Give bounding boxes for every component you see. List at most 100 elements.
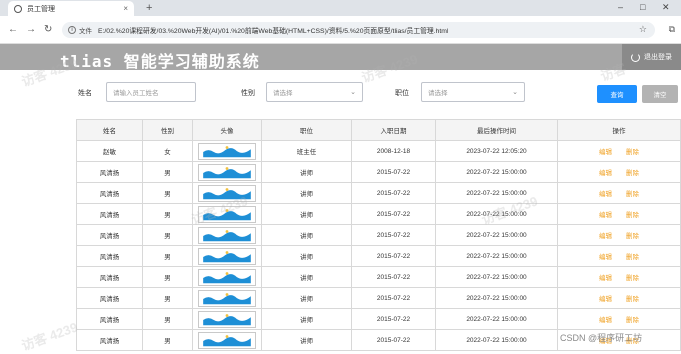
- cell-name: 风清扬: [76, 245, 143, 267]
- cell-name: 风清扬: [76, 266, 143, 288]
- cell-gender: 男: [142, 329, 193, 351]
- url-text: E:/02.%20课程研发/03.%20Web开发(AI)/01.%20前端We…: [98, 28, 449, 35]
- avatar-image-icon: [198, 310, 256, 328]
- cell-position: 讲师: [261, 182, 352, 204]
- delete-link[interactable]: 删除: [626, 191, 639, 198]
- delete-link[interactable]: 删除: [626, 170, 639, 177]
- cell-avatar: [192, 308, 262, 330]
- cell-actions: 编辑 删除: [557, 308, 681, 330]
- position-label: 职位: [395, 90, 409, 97]
- avatar-image-icon: [198, 226, 256, 244]
- address-bar-row: ← → ↻ i 文件 E:/02.%20课程研发/03.%20Web开发(AI)…: [0, 16, 681, 44]
- extension-icon[interactable]: ⧉: [669, 24, 675, 35]
- cell-last-op: 2022-07-22 15:00:00: [435, 245, 558, 267]
- column-header: 操作: [557, 119, 681, 141]
- delete-link[interactable]: 删除: [626, 254, 639, 261]
- table-row: 赵敏女 班主任 2008-12-18 2023-07-22 12:05:20 编辑 删除: [76, 140, 681, 162]
- edit-link[interactable]: 编辑: [599, 275, 612, 282]
- url-input[interactable]: i 文件 E:/02.%20课程研发/03.%20Web开发(AI)/01.%2…: [62, 22, 655, 38]
- cell-position: 讲师: [261, 308, 352, 330]
- avatar-image-icon: [198, 289, 256, 307]
- cell-entry-date: 2015-07-22: [351, 203, 436, 225]
- cell-gender: 男: [142, 287, 193, 309]
- delete-link[interactable]: 删除: [626, 212, 639, 219]
- cell-last-op: 2022-07-22 15:00:00: [435, 161, 558, 183]
- column-header: 姓名: [76, 119, 143, 141]
- new-tab-button[interactable]: +: [146, 2, 152, 14]
- name-label: 姓名: [78, 90, 92, 97]
- edit-link[interactable]: 编辑: [599, 212, 612, 219]
- cell-position: 讲师: [261, 245, 352, 267]
- maximize-button[interactable]: □: [640, 2, 645, 12]
- name-input[interactable]: 请输入员工姓名: [106, 82, 196, 102]
- search-button[interactable]: 查询: [597, 85, 637, 103]
- table-row: 风清扬男 讲师 2015-07-22 2022-07-22 15:00:00 编辑 删除: [76, 287, 681, 309]
- reload-icon[interactable]: ↻: [44, 24, 52, 35]
- cell-position: 讲师: [261, 203, 352, 225]
- edit-link[interactable]: 编辑: [599, 233, 612, 240]
- table-row: 风清扬男 讲师 2015-07-22 2022-07-22 15:00:00 编辑 删除: [76, 308, 681, 330]
- table-row: 风清扬男 讲师 2015-07-22 2022-07-22 15:00:00 编辑 删除: [76, 203, 681, 225]
- star-icon[interactable]: ☆: [639, 24, 647, 35]
- delete-link[interactable]: 删除: [626, 233, 639, 240]
- back-icon[interactable]: ←: [8, 24, 18, 35]
- cell-name: 风清扬: [76, 224, 143, 246]
- position-placeholder: 请选择: [428, 90, 448, 97]
- cell-avatar: [192, 182, 262, 204]
- gender-select[interactable]: 请选择 ⌄: [266, 82, 363, 102]
- column-header: 职位: [261, 119, 352, 141]
- forward-icon[interactable]: →: [26, 24, 36, 35]
- cell-entry-date: 2015-07-22: [351, 182, 436, 204]
- chevron-down-icon: ⌄: [350, 89, 356, 96]
- edit-link[interactable]: 编辑: [599, 254, 612, 261]
- position-select[interactable]: 请选择 ⌄: [421, 82, 525, 102]
- cell-entry-date: 2015-07-22: [351, 308, 436, 330]
- edit-link[interactable]: 编辑: [599, 149, 612, 156]
- employee-table: 姓名 性别 头像 职位 入职日期 最后操作时间 操作 赵敏女 班主任 2008-12…: [76, 119, 681, 351]
- minimize-button[interactable]: –: [618, 2, 623, 12]
- tab-title: 员工管理: [27, 5, 55, 13]
- cell-gender: 男: [142, 224, 193, 246]
- cell-position: 讲师: [261, 329, 352, 351]
- browser-tab[interactable]: 员工管理 ×: [8, 1, 134, 16]
- avatar-image-icon: [198, 142, 256, 160]
- file-label: 文件: [79, 28, 92, 35]
- column-header: 性别: [142, 119, 193, 141]
- cell-avatar: [192, 203, 262, 225]
- cell-avatar: [192, 224, 262, 246]
- cell-avatar: [192, 140, 262, 162]
- cell-actions: 编辑 删除: [557, 287, 681, 309]
- delete-link[interactable]: 删除: [626, 149, 639, 156]
- cell-actions: 编辑 删除: [557, 161, 681, 183]
- cell-last-op: 2023-07-22 12:05:20: [435, 140, 558, 162]
- cell-entry-date: 2015-07-22: [351, 329, 436, 351]
- app-title: tlias 智能学习辅助系统: [60, 52, 260, 71]
- cell-last-op: 2022-07-22 15:00:00: [435, 224, 558, 246]
- close-tab-icon[interactable]: ×: [123, 4, 128, 13]
- info-icon[interactable]: i: [68, 26, 76, 34]
- edit-link[interactable]: 编辑: [599, 170, 612, 177]
- cell-actions: 编辑 删除: [557, 224, 681, 246]
- delete-link[interactable]: 删除: [626, 317, 639, 324]
- cell-gender: 女: [142, 140, 193, 162]
- edit-link[interactable]: 编辑: [599, 191, 612, 198]
- edit-link[interactable]: 编辑: [599, 296, 612, 303]
- clear-button[interactable]: 清空: [642, 85, 678, 103]
- delete-link[interactable]: 删除: [626, 275, 639, 282]
- name-placeholder: 请输入员工姓名: [113, 90, 159, 97]
- cell-avatar: [192, 329, 262, 351]
- cell-position: 讲师: [261, 224, 352, 246]
- cell-gender: 男: [142, 308, 193, 330]
- cell-name: 赵敏: [76, 140, 143, 162]
- power-icon: [631, 52, 640, 62]
- cell-last-op: 2022-07-22 15:00:00: [435, 329, 558, 351]
- close-window-button[interactable]: ✕: [662, 2, 670, 13]
- cell-gender: 男: [142, 161, 193, 183]
- table-row: 风清扬男 讲师 2015-07-22 2022-07-22 15:00:00 编辑 删除: [76, 161, 681, 183]
- cell-avatar: [192, 245, 262, 267]
- edit-link[interactable]: 编辑: [599, 317, 612, 324]
- cell-avatar: [192, 287, 262, 309]
- column-header: 入职日期: [351, 119, 436, 141]
- delete-link[interactable]: 删除: [626, 296, 639, 303]
- logout-button[interactable]: 退出登录: [622, 44, 681, 70]
